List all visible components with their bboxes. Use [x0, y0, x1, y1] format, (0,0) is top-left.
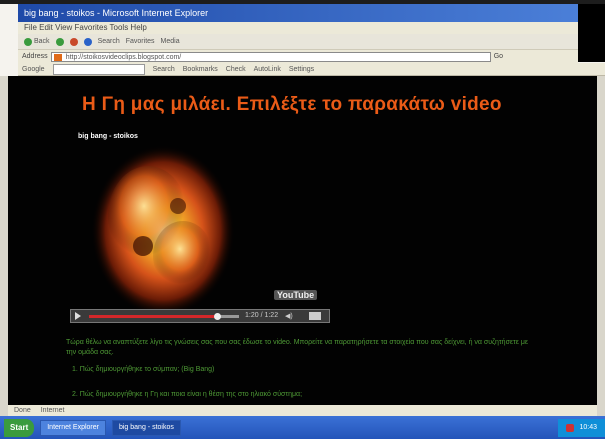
browser-toolbar: Back Search Favorites Media — [18, 34, 578, 50]
google-item[interactable]: Search — [153, 66, 175, 73]
taskbar-item[interactable]: Internet Explorer — [40, 419, 106, 436]
taskbar-item-active[interactable]: big bang - stoikos — [111, 419, 181, 436]
back-arrow-icon — [24, 37, 32, 46]
google-search-input[interactable] — [52, 63, 145, 75]
google-label: Google — [22, 65, 45, 73]
status-text: Done — [14, 407, 31, 414]
stop-icon — [69, 37, 78, 46]
youtube-logo[interactable]: YouTube — [274, 290, 318, 300]
progress-bar[interactable] — [89, 313, 239, 320]
address-bar: Address http://stoikosvideoclips.blogspo… — [18, 50, 578, 63]
favorites-button[interactable]: Favorites — [126, 38, 155, 45]
window-title: big bang - stoikos - Microsoft Internet … — [18, 4, 578, 22]
page-favicon-icon — [53, 53, 62, 61]
start-button[interactable]: Start — [4, 418, 35, 437]
system-tray: 10:43 — [558, 418, 605, 437]
monitor-bezel-right — [578, 4, 605, 62]
time-display: 1:20 / 1:22 — [245, 312, 279, 319]
forward-arrow-icon — [55, 37, 64, 46]
video-controls: 1:20 / 1:22 ◀) — [70, 309, 330, 323]
taskbar: Start Internet Explorer big bang - stoik… — [0, 416, 605, 439]
stop-button[interactable] — [69, 37, 78, 46]
search-button[interactable]: Search — [98, 38, 120, 45]
google-item[interactable]: Check — [226, 66, 246, 73]
google-toolbar: Google Search Bookmarks Check AutoLink S… — [18, 63, 605, 76]
description-text: Τώρα θέλω να αναπτύξετε λίγο τις γνώσεις… — [66, 339, 528, 356]
clock: 10:43 — [579, 423, 597, 431]
google-item[interactable]: Bookmarks — [183, 66, 218, 73]
menu-bar[interactable]: File Edit View Favorites Tools Help — [18, 22, 578, 34]
refresh-button[interactable] — [83, 37, 92, 46]
status-zone: Internet — [40, 407, 65, 414]
back-button[interactable]: Back — [24, 37, 50, 46]
google-item[interactable]: AutoLink — [254, 66, 281, 73]
progress-fill — [89, 315, 217, 318]
page-content: Η Γη μας μιλάει. Επιλέξτε το παρακάτω vi… — [8, 76, 597, 416]
screen: big bang - stoikos - Microsoft Internet … — [0, 0, 605, 439]
tray-icon[interactable] — [566, 423, 575, 432]
volume-icon[interactable]: ◀) — [285, 312, 293, 320]
media-button[interactable]: Media — [161, 38, 180, 45]
go-button[interactable]: Go — [494, 53, 503, 60]
list-item[interactable]: 2. Πώς δημιουργήθηκε η Γη και ποια είναι… — [72, 391, 302, 398]
google-item[interactable]: Settings — [289, 66, 314, 73]
list-item[interactable]: 1. Πώς δημιουργήθηκε το σύμπαν; (Big Ban… — [72, 366, 214, 373]
progress-handle[interactable] — [213, 313, 221, 320]
video-player[interactable] — [68, 126, 328, 317]
status-bar: Done Internet — [8, 405, 597, 416]
play-icon[interactable] — [75, 312, 81, 320]
address-label: Address — [22, 53, 48, 60]
fullscreen-icon[interactable] — [309, 312, 321, 320]
window-border-left — [0, 76, 8, 416]
video-caption: big bang - stoikos — [78, 133, 138, 140]
scrollbar[interactable] — [597, 76, 605, 416]
forward-button[interactable] — [55, 37, 64, 46]
page-title: Η Γη μας μιλάει. Επιλέξτε το παρακάτω vi… — [82, 94, 502, 115]
refresh-icon — [83, 37, 92, 46]
fireball-video-frame — [91, 145, 235, 317]
address-input[interactable]: http://stoikosvideoclips.blogspot.com/ — [50, 51, 491, 62]
address-value: http://stoikosvideoclips.blogspot.com/ — [65, 53, 182, 61]
